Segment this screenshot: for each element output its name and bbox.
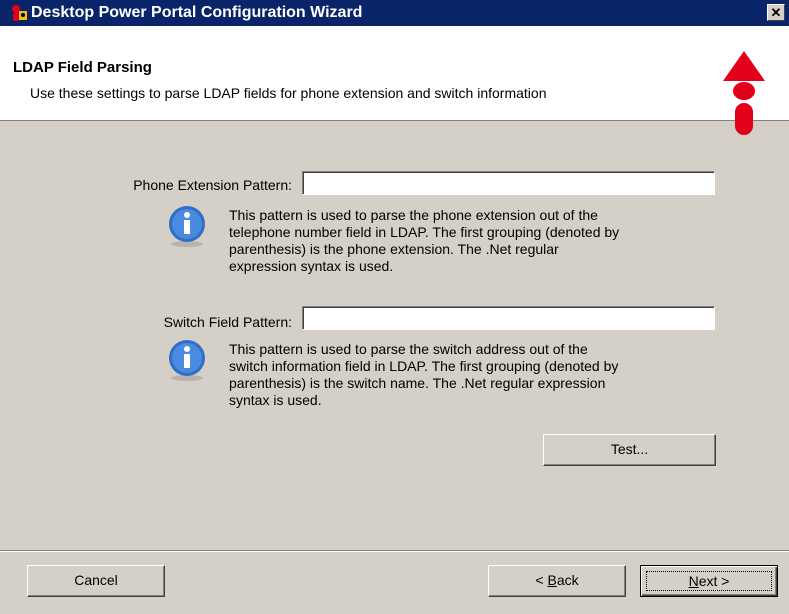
switch-field-label: Switch Field Pattern: [163,314,292,330]
app-icon [12,5,27,21]
close-icon: ✕ [770,5,782,20]
cancel-button[interactable]: Cancel [27,565,165,597]
wizard-header: LDAP Field Parsing Use these settings to… [0,26,789,135]
phone-extension-input[interactable] [302,171,715,195]
company-logo [723,51,765,135]
back-button[interactable]: < Back [488,565,626,597]
test-button[interactable]: Test... [543,434,716,466]
wizard-window: Desktop Power Portal Configuration Wizar… [0,0,789,614]
page-subtitle: Use these settings to parse LDAP fields … [30,85,547,101]
switch-field-input[interactable] [302,306,715,330]
close-button[interactable]: ✕ [767,4,785,21]
info-icon [169,206,205,247]
next-button[interactable]: Next > [640,565,778,597]
info-icon [169,340,205,381]
phone-extension-help: This pattern is used to parse the phone … [229,207,620,274]
title-bar[interactable]: Desktop Power Portal Configuration Wizar… [0,0,789,26]
switch-field-help: This pattern is used to parse the switch… [229,341,619,408]
phone-extension-label: Phone Extension Pattern: [133,177,292,193]
footer-divider [0,550,789,552]
page-title: LDAP Field Parsing [13,59,152,76]
window-title: Desktop Power Portal Configuration Wizar… [31,4,363,21]
